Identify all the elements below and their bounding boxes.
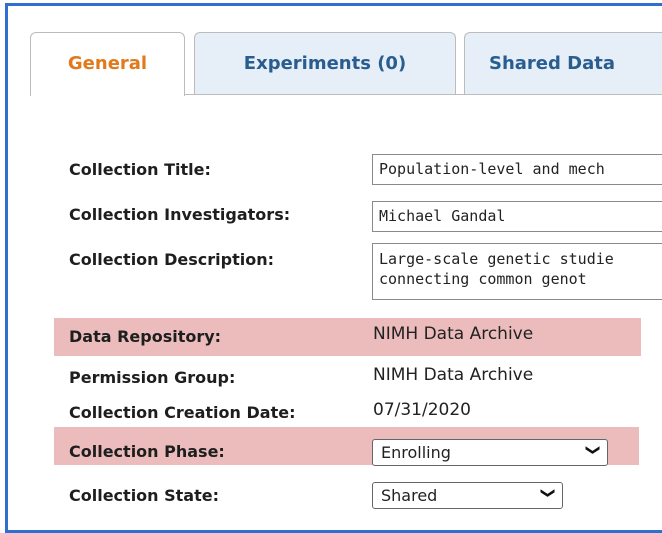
tab-general[interactable]: General [30,32,185,96]
collection-phase-value: Enrolling [381,443,451,462]
description-line-1: Large-scale genetic studie [379,250,614,268]
creation-date-label: Collection Creation Date: [69,403,296,422]
description-line-2: connecting common genot [379,270,587,288]
data-repository-value: NIMH Data Archive [373,324,534,344]
permission-group-value: NIMH Data Archive [373,365,534,385]
chevron-down-icon: ❯ [540,487,557,499]
creation-date-value: 07/31/2020 [373,400,471,420]
data-repository-label: Data Repository: [69,327,222,346]
collection-state-select[interactable]: Shared ❯ [372,482,563,509]
collection-title-input[interactable]: Population-level and mech [372,154,662,185]
tab-shared-data[interactable]: Shared Data [464,32,662,94]
permission-group-label: Permission Group: [69,368,236,387]
collection-investigators-label: Collection Investigators: [69,205,291,224]
collection-description-label: Collection Description: [69,250,275,269]
tab-experiments[interactable]: Experiments (0) [194,32,456,94]
chevron-down-icon: ❯ [585,444,602,456]
collection-state-value: Shared [381,486,438,505]
tab-panel-border [185,94,662,95]
collection-title-label: Collection Title: [69,160,211,179]
collection-state-label: Collection State: [69,486,219,505]
collection-phase-select[interactable]: Enrolling ❯ [372,439,608,466]
collection-phase-label: Collection Phase: [69,442,225,461]
collection-description-textarea[interactable]: Large-scale genetic studie connecting co… [372,243,662,300]
collection-investigators-input[interactable]: Michael Gandal [372,201,662,232]
